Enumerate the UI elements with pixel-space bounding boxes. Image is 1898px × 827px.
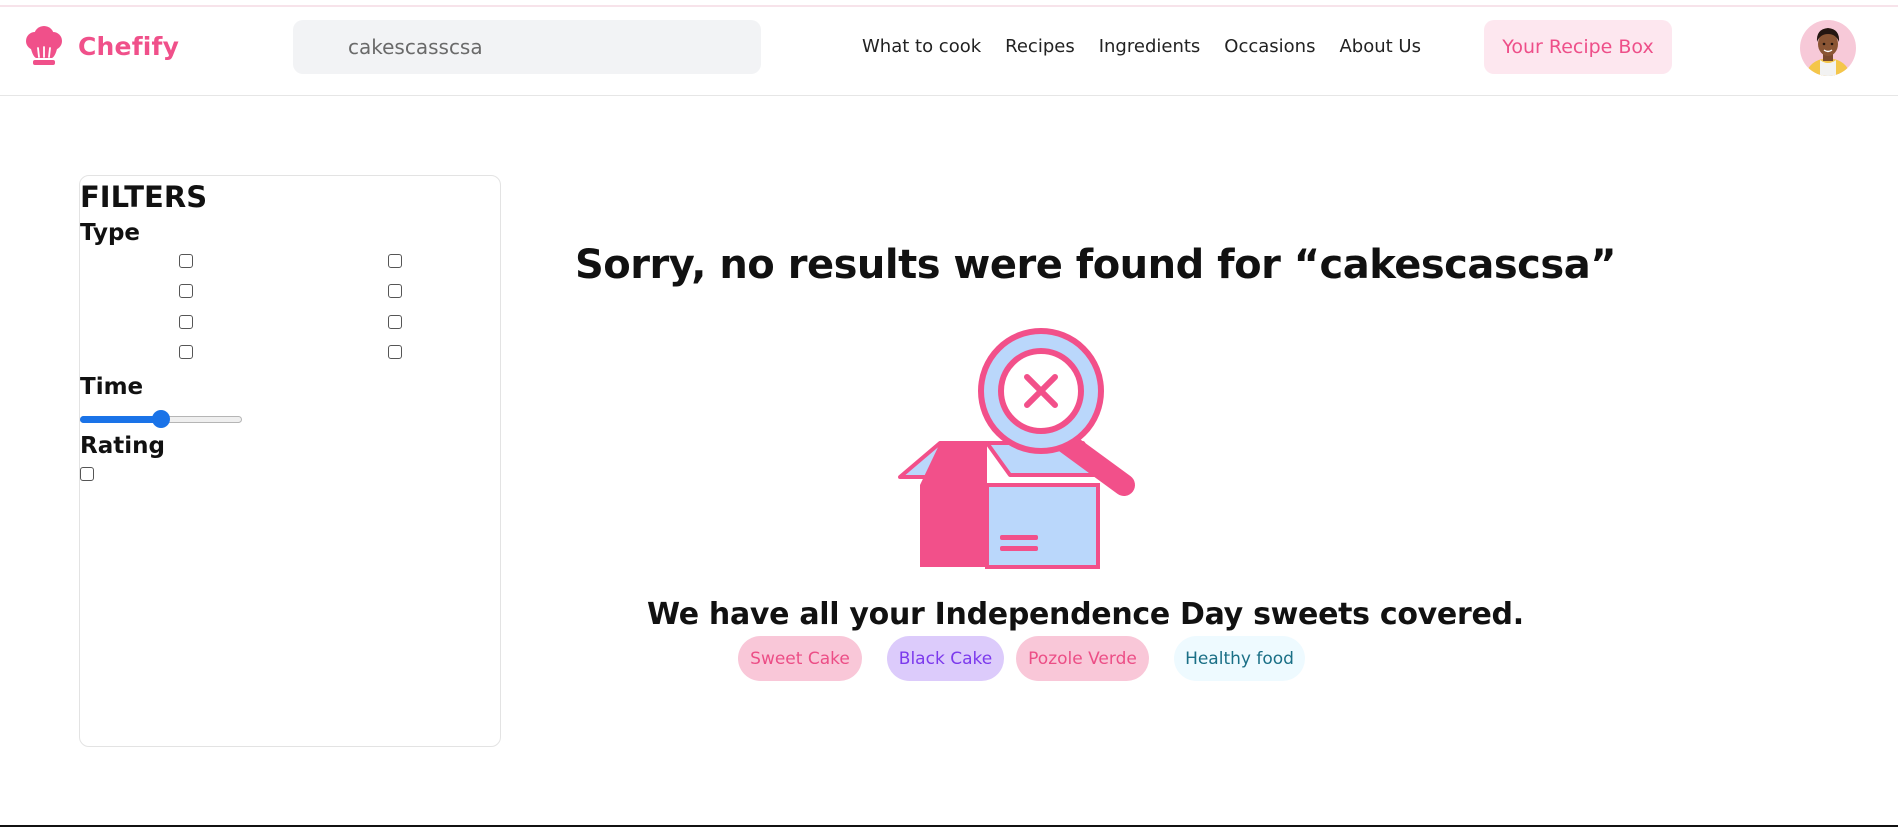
tag-sweet-cake[interactable]: Sweet Cake <box>738 636 862 681</box>
time-slider-fill <box>80 416 161 423</box>
search-input[interactable]: cakescasscsa <box>293 20 761 74</box>
user-avatar[interactable] <box>1800 20 1856 76</box>
type-checkbox-7[interactable] <box>179 345 193 359</box>
filters-panel: FILTERS Type Time Rating <box>79 175 501 747</box>
nav-item-about-us[interactable]: About Us <box>1339 36 1421 57</box>
filter-rating-label: Rating <box>80 433 165 459</box>
main-nav: What to cook Recipes Ingredients Occasio… <box>862 36 1445 57</box>
nav-item-recipes[interactable]: Recipes <box>1005 36 1075 57</box>
recipe-box-button[interactable]: Your Recipe Box <box>1484 20 1672 74</box>
type-checkbox-8[interactable] <box>388 345 402 359</box>
empty-box-search-icon <box>898 328 1135 569</box>
nav-item-ingredients[interactable]: Ingredients <box>1099 36 1201 57</box>
type-checkbox-5[interactable] <box>179 315 193 329</box>
type-checkbox-4[interactable] <box>388 284 402 298</box>
type-checkbox-6[interactable] <box>388 315 402 329</box>
nav-item-occasions[interactable]: Occasions <box>1224 36 1315 57</box>
no-results-message: Sorry, no results were found for “cakesc… <box>575 242 1616 288</box>
type-checkbox-2[interactable] <box>388 254 402 268</box>
tag-healthy-food[interactable]: Healthy food <box>1174 636 1305 681</box>
search-input-value: cakescasscsa <box>348 35 483 59</box>
type-checkbox-1[interactable] <box>179 254 193 268</box>
brand-name: Chefify <box>78 31 180 61</box>
brand-logo[interactable]: Chefify <box>22 24 179 68</box>
site-header: Chefify cakescasscsa What to cook Recipe… <box>0 8 1898 96</box>
avatar-icon <box>1800 20 1856 76</box>
rating-checkbox[interactable] <box>80 467 94 481</box>
time-slider[interactable] <box>80 409 242 429</box>
top-accent-strip <box>0 0 1898 7</box>
chef-hat-icon <box>26 26 62 65</box>
nav-item-what-to-cook[interactable]: What to cook <box>862 36 981 57</box>
filter-type-label: Type <box>80 220 141 246</box>
filters-title: FILTERS <box>80 180 208 214</box>
type-checkbox-3[interactable] <box>179 284 193 298</box>
tag-pozole-verde[interactable]: Pozole Verde <box>1016 636 1149 681</box>
filter-time-label: Time <box>80 374 144 400</box>
tag-black-cake[interactable]: Black Cake <box>887 636 1004 681</box>
time-slider-thumb[interactable] <box>152 410 170 428</box>
suggestion-heading: We have all your Independence Day sweets… <box>647 597 1524 632</box>
